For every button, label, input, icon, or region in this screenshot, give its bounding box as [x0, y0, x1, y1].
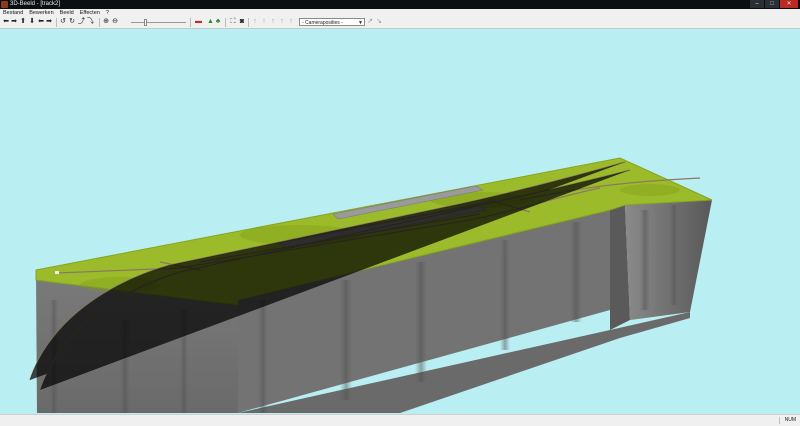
minimize-button[interactable]: –	[750, 0, 764, 8]
arrow-down-icon[interactable]: ⬇	[29, 18, 35, 25]
arrow-up-icon[interactable]: ⬆	[20, 18, 26, 25]
camera-position-select[interactable]: - Cameraposities - ▼	[299, 18, 365, 26]
toolbar: ⬅ ➡ ⬆ ⬇ ⬅ ➡ ↺ ↻ ⤴ ⤵ ⊕ ⊖ ▬ ▲ ♣ ⛶ ◙ ↑ ↑ ↑ …	[0, 17, 800, 29]
camera-icon[interactable]: ◙	[239, 18, 245, 25]
toolbar-separator	[56, 18, 57, 27]
status-bar: NUM	[0, 414, 800, 426]
camera-4-icon[interactable]: ↑	[279, 18, 285, 25]
trees-icon[interactable]: ♣	[215, 18, 221, 25]
right-end-cliff	[625, 200, 712, 320]
window-title: 3D-Beeld - [track2]	[10, 1, 61, 7]
camera-3-icon[interactable]: ↑	[270, 18, 276, 25]
toolbar-separator	[248, 18, 249, 27]
terrain-icon[interactable]: ▲	[207, 18, 214, 25]
arrow-left-icon[interactable]: ⬅	[38, 18, 44, 25]
chevron-down-icon: ▼	[358, 20, 363, 26]
rotate-right-icon[interactable]: ↻	[69, 18, 75, 25]
tilt-up-icon[interactable]: ⤴	[78, 18, 85, 25]
menu-effecten[interactable]: Effecten	[77, 9, 103, 17]
fullscreen-icon[interactable]: ⛶	[230, 18, 236, 25]
arrow-left-icon[interactable]: ⬅	[3, 18, 9, 25]
menu-bewerken[interactable]: Bewerken	[26, 9, 56, 17]
zoom-in-icon[interactable]: ⊕	[103, 18, 109, 25]
toolbar-separator	[225, 18, 226, 27]
camera-add-icon[interactable]: ↗	[367, 18, 373, 25]
menu-beeld[interactable]: Beeld	[57, 9, 77, 17]
layout-3d-scene[interactable]	[0, 29, 800, 414]
zoom-slider-thumb[interactable]	[144, 19, 147, 26]
camera-remove-icon[interactable]: ↘	[376, 18, 382, 25]
buffer-stop	[55, 271, 59, 274]
app-icon	[1, 1, 8, 8]
arrow-right-icon[interactable]: ➡	[11, 18, 17, 25]
camera-position-value: - Cameraposities -	[302, 20, 343, 26]
3d-viewport[interactable]	[0, 29, 800, 414]
zoom-out-icon[interactable]: ⊖	[112, 18, 118, 25]
camera-2-icon[interactable]: ↑	[261, 18, 267, 25]
tilt-down-icon[interactable]: ⤵	[87, 18, 94, 25]
train-icon[interactable]: ▬	[195, 18, 202, 25]
menu-bestand[interactable]: Bestand	[0, 9, 26, 17]
title-bar: 3D-Beeld - [track2] – □ ✕	[0, 0, 800, 9]
toolbar-separator	[190, 18, 191, 27]
zoom-slider[interactable]	[131, 22, 186, 23]
window-controls: – □ ✕	[750, 0, 798, 9]
toolbar-separator	[99, 18, 100, 27]
rotate-left-icon[interactable]: ↺	[60, 18, 66, 25]
maximize-button[interactable]: □	[765, 0, 779, 8]
num-lock-indicator: NUM	[784, 417, 796, 423]
menu-help[interactable]: ?	[103, 9, 112, 17]
camera-1-icon[interactable]: ↑	[252, 18, 258, 25]
camera-5-icon[interactable]: ↑	[288, 18, 294, 25]
status-separator	[779, 417, 780, 424]
close-button[interactable]: ✕	[780, 0, 798, 8]
arrow-right-icon[interactable]: ➡	[46, 18, 52, 25]
menu-bar: Bestand Bewerken Beeld Effecten ?	[0, 9, 800, 17]
